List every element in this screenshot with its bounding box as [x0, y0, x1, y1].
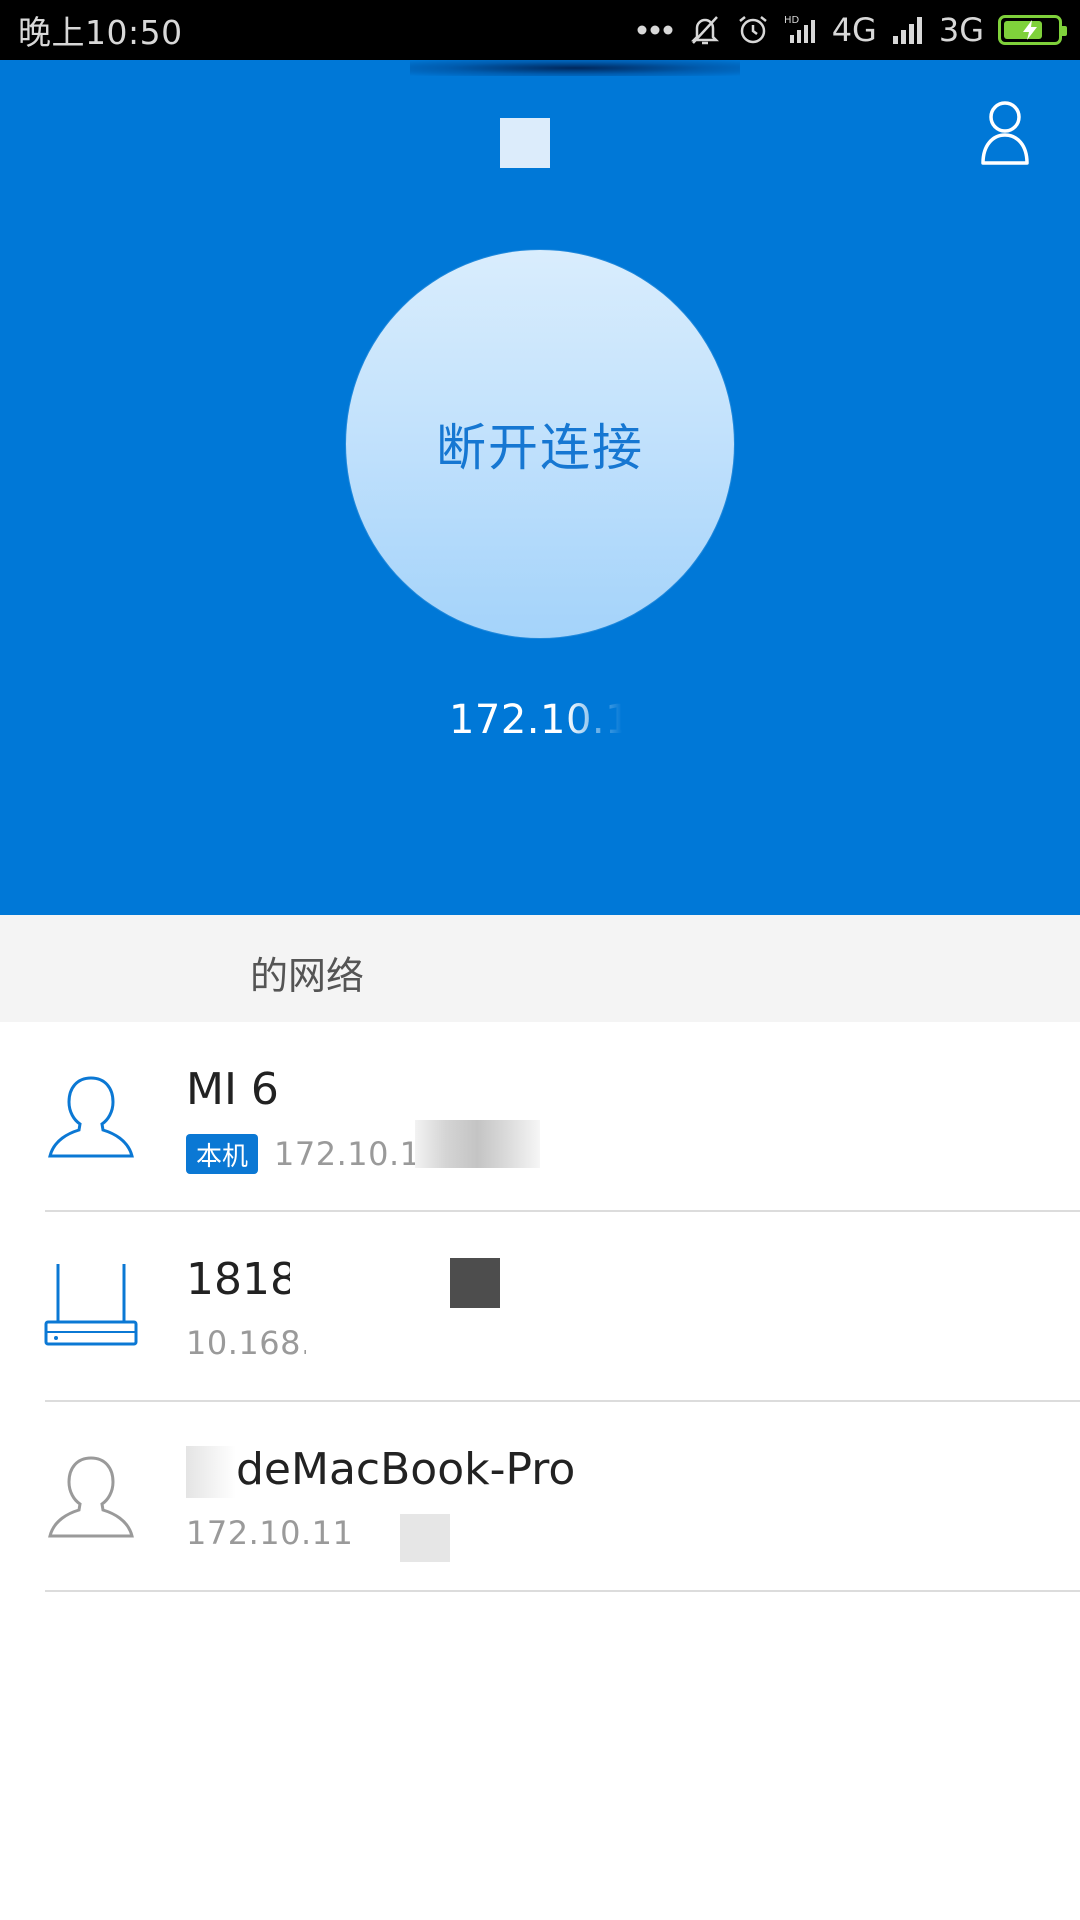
redacted-name-block — [450, 1258, 500, 1308]
device-item-router[interactable]: 18187 10.168. — [0, 1212, 1080, 1402]
connection-panel: 断开连接 172.10.1 — [0, 60, 1080, 915]
battery-charging-icon — [998, 15, 1067, 45]
alarm-icon — [736, 13, 770, 47]
device-ip: 10.168. — [186, 1324, 312, 1362]
device-meta: 本机 172.10.10 — [186, 1134, 441, 1174]
network-section-header: 的网络 — [0, 915, 1080, 1022]
section-title: 的网络 — [250, 954, 365, 998]
svg-text:HD: HD — [784, 15, 800, 26]
person-icon — [981, 101, 1029, 165]
redacted-name-prefix — [186, 1446, 236, 1498]
device-item-mi6[interactable]: MI 6 本机 172.10.10 — [0, 1022, 1080, 1212]
status-bar: 晚上10:50 HD 4G 3G — [0, 0, 1080, 60]
network-4g-label: 4G — [831, 11, 877, 49]
redacted-ip-suffix — [415, 1120, 540, 1168]
current-ip-row: 172.10.1 — [0, 692, 1080, 748]
device-meta: 10.168. — [186, 1324, 312, 1362]
redacted-ip-suffix — [306, 1320, 366, 1366]
user-icon — [48, 1456, 134, 1538]
mute-icon — [688, 13, 722, 47]
more-dots-icon — [636, 24, 674, 36]
device-name: MI 6 — [186, 1064, 279, 1115]
status-time: 晚上10:50 — [18, 13, 183, 52]
redacted-title — [500, 118, 550, 168]
network-3g-label: 3G — [938, 11, 984, 49]
redacted-region — [410, 60, 740, 76]
signal-icon — [891, 14, 925, 46]
device-meta: 172.10.11 — [186, 1514, 353, 1552]
redacted-ip-suffix — [400, 1514, 450, 1562]
hd-signal-icon: HD — [784, 13, 818, 47]
user-icon — [48, 1076, 134, 1158]
device-ip: 172.10.11 — [186, 1514, 354, 1552]
device-name: deMacBook-Pro — [236, 1444, 576, 1495]
app-screen: 晚上10:50 HD 4G 3G 断开连接 172.10.1 的网络 MI 6 … — [0, 0, 1080, 1920]
device-list: MI 6 本机 172.10.10 18187 10.168. deMacBoo… — [0, 1022, 1080, 1592]
status-icons: HD 4G 3G — [636, 11, 1067, 49]
self-badge: 本机 — [186, 1134, 259, 1174]
redacted-name-suffix — [290, 1250, 380, 1306]
account-button[interactable] — [975, 95, 1035, 171]
router-icon — [44, 1264, 138, 1346]
device-item-macbook[interactable]: deMacBook-Pro 172.10.11 — [0, 1402, 1080, 1592]
divider — [45, 1590, 1080, 1592]
disconnect-button[interactable]: 断开连接 — [346, 250, 734, 638]
redacted-ip-suffix — [566, 697, 727, 743]
redacted-network-name — [40, 937, 252, 997]
